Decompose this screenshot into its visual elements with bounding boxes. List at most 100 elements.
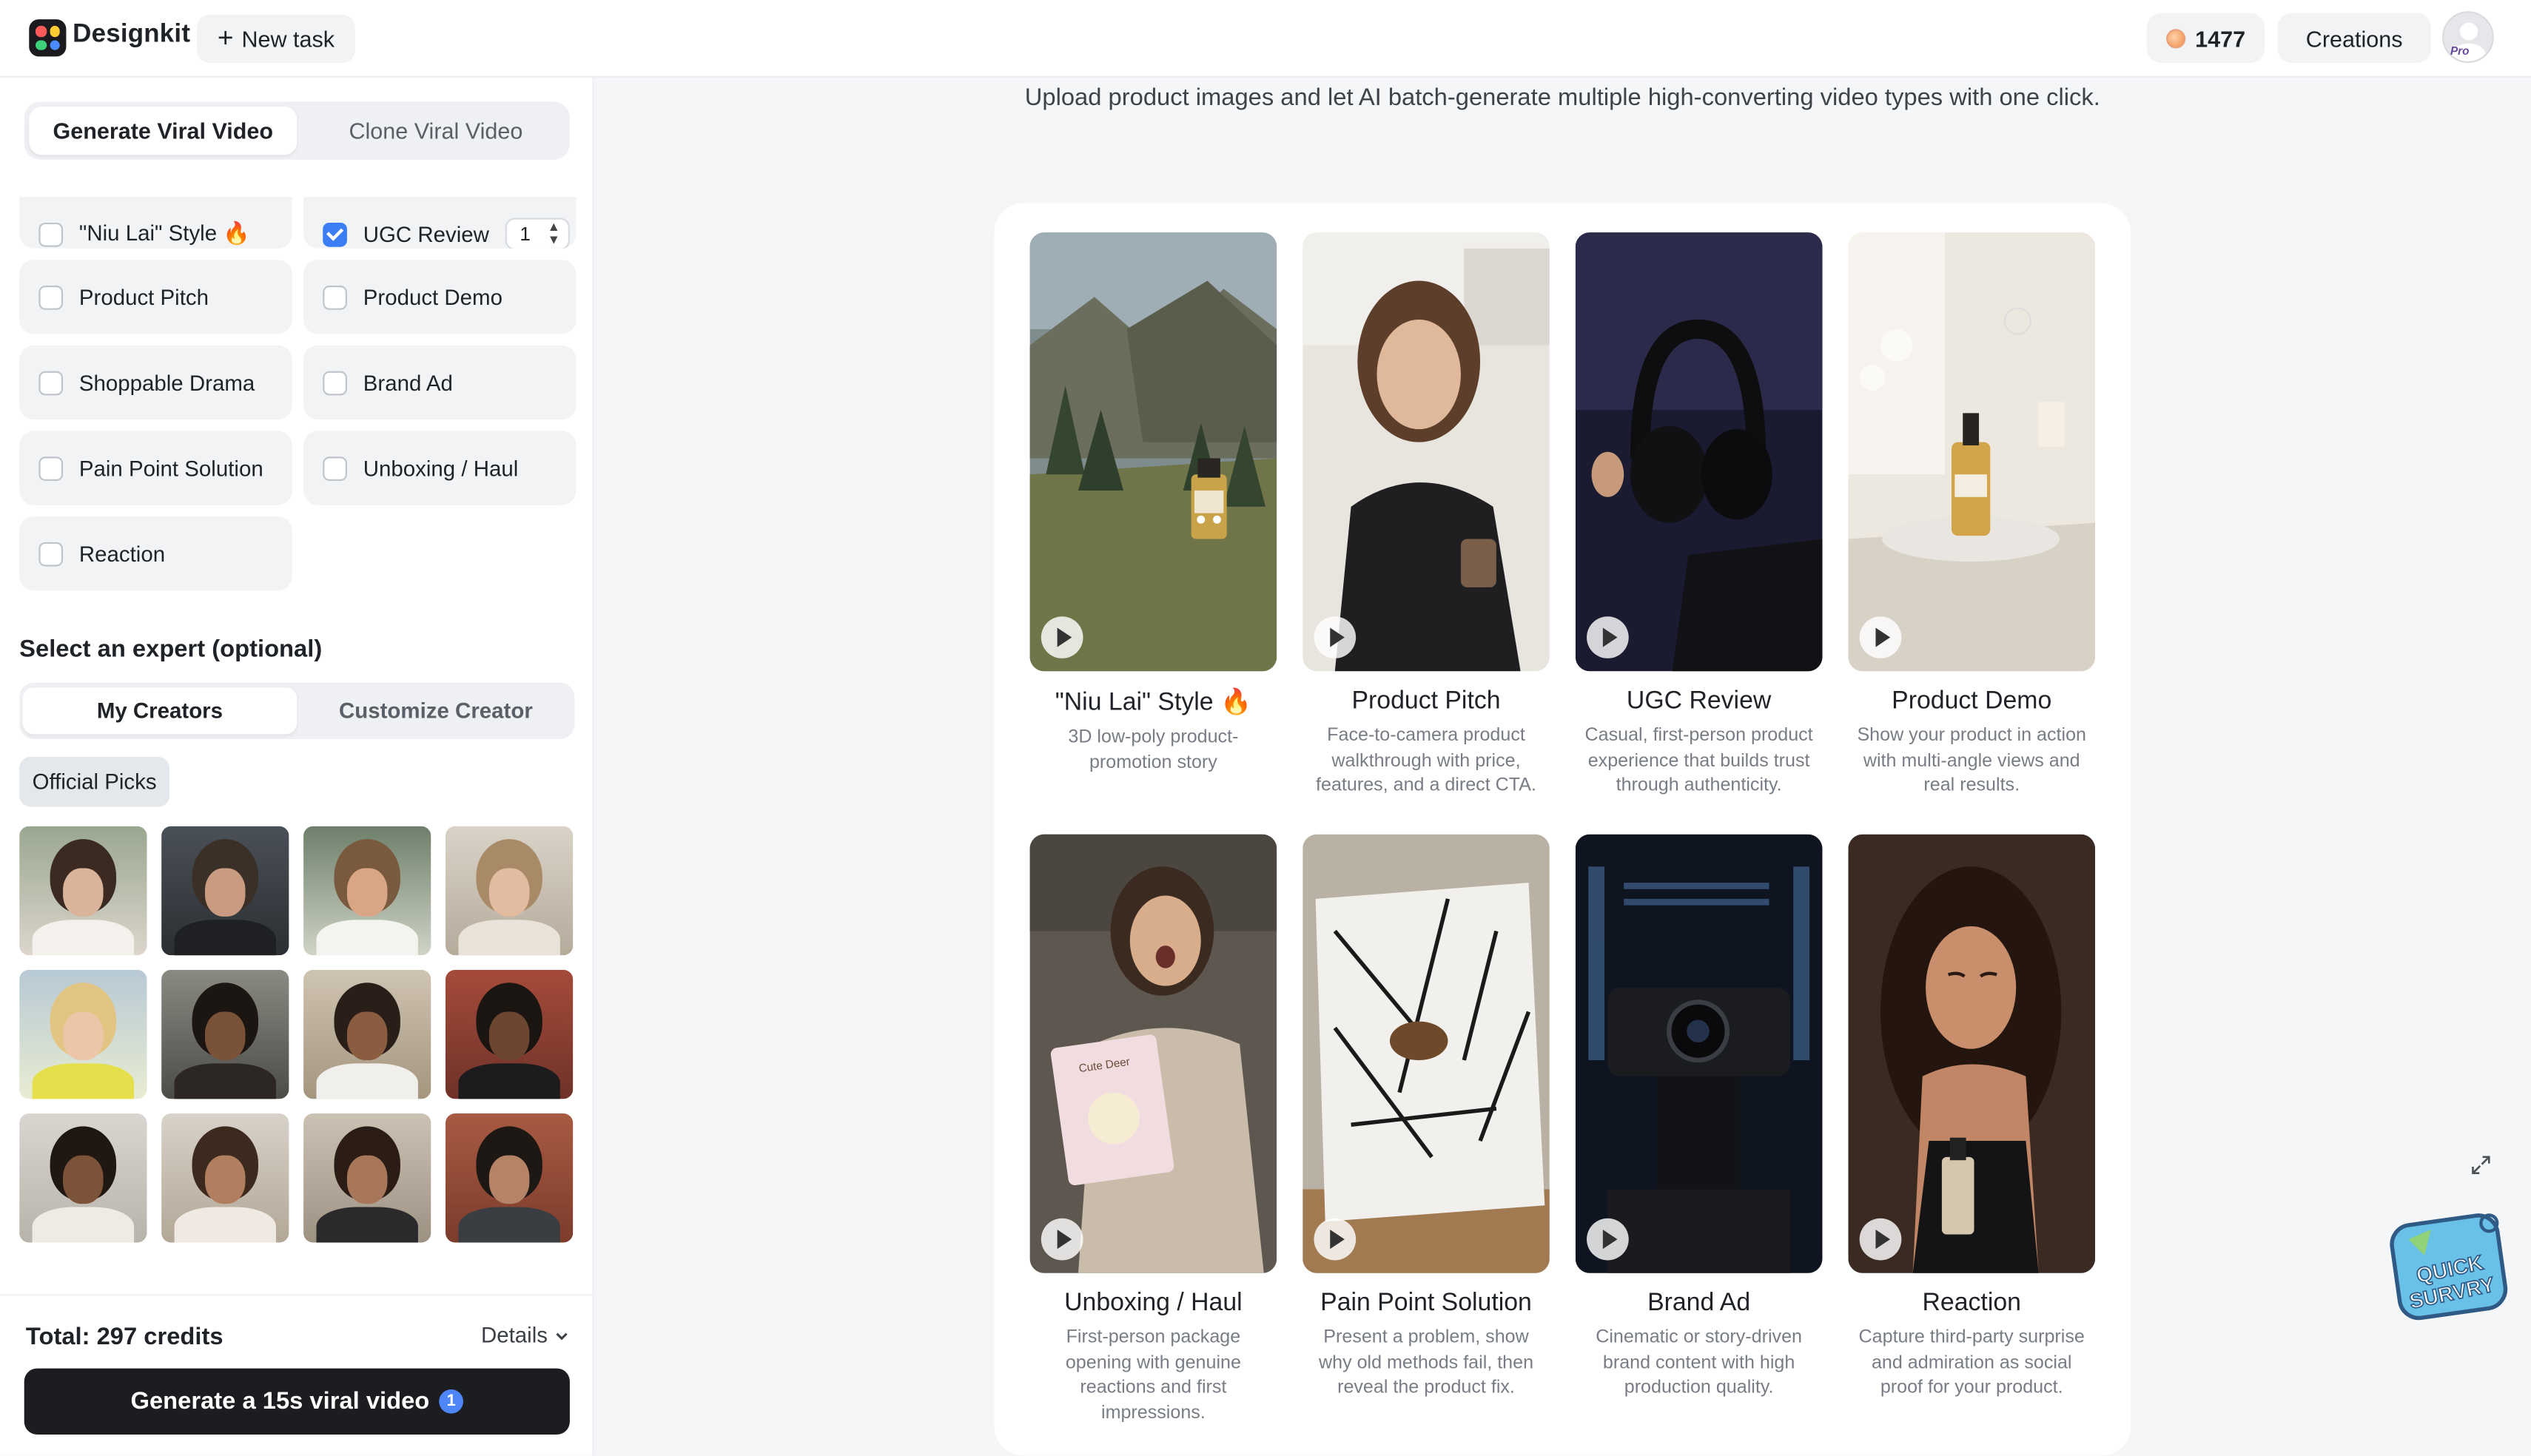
mode-tabs: Generate Viral Video Clone Viral Video <box>24 101 570 160</box>
creator-tabs: My Creators Customize Creator <box>19 682 575 739</box>
template-description: First-person package opening with genuin… <box>1065 1328 1241 1423</box>
template-card-ugc-review[interactable]: UGC Review Casual, first-person product … <box>1575 232 1823 800</box>
generate-video-button[interactable]: Generate a 15s viral video 1 <box>24 1368 570 1435</box>
creator-avatar[interactable] <box>445 826 574 956</box>
creator-avatar[interactable] <box>445 969 574 1099</box>
play-icon[interactable] <box>1859 1218 1902 1261</box>
template-card-product-pitch[interactable]: Product Pitch Face-to-camera product wal… <box>1303 232 1550 800</box>
credits-balance[interactable]: 1477 <box>2146 13 2265 64</box>
details-toggle[interactable]: Details <box>480 1323 571 1348</box>
expand-icon[interactable] <box>2470 1154 2493 1177</box>
creator-avatar[interactable] <box>303 969 431 1099</box>
creator-avatar[interactable] <box>19 826 147 956</box>
template-thumbnail[interactable] <box>1303 834 1550 1273</box>
checkbox[interactable] <box>323 370 347 395</box>
template-thumbnail[interactable] <box>1575 834 1823 1273</box>
template-gallery: "Niu Lai" Style 🔥 3D low-poly product-pr… <box>994 203 2131 1456</box>
template-title: "Niu Lai" Style 🔥 <box>1055 689 1252 717</box>
tab-generate-viral-video[interactable]: Generate Viral Video <box>29 106 298 155</box>
checkbox-checked[interactable] <box>323 221 347 246</box>
checkbox[interactable] <box>38 541 64 566</box>
checkbox[interactable] <box>38 221 64 246</box>
video-type-unboxing-haul[interactable]: Unboxing / Haul <box>303 431 577 505</box>
play-icon[interactable] <box>1041 616 1083 658</box>
template-thumbnail[interactable] <box>1303 232 1550 672</box>
page-subtitle: Upload product images and let AI batch-g… <box>1024 84 2100 112</box>
woman-with-perfume-image <box>1848 834 2096 1273</box>
video-type-label: Product Pitch <box>78 284 209 309</box>
play-icon[interactable] <box>1314 616 1357 658</box>
new-task-button[interactable]: + New task <box>197 14 355 64</box>
video-type-shoppable-drama[interactable]: Shoppable Drama <box>19 345 292 420</box>
video-type-niu-lai-style[interactable]: "Niu Lai" Style 🔥 <box>19 197 292 249</box>
creator-avatar[interactable] <box>19 969 147 1099</box>
checkbox[interactable] <box>323 284 347 309</box>
play-icon[interactable] <box>1587 616 1629 658</box>
template-card-unboxing-haul[interactable]: Cute Deer Unboxing / Haul First-person p… <box>1029 834 1277 1426</box>
video-type-brand-ad[interactable]: Brand Ad <box>303 345 577 420</box>
checkbox[interactable] <box>323 456 347 480</box>
new-task-label: New task <box>241 25 335 52</box>
template-description: Casual, first-person product experience … <box>1584 726 1813 796</box>
video-type-ugc-review[interactable]: UGC Review 1 ▲ ▼ <box>303 197 577 249</box>
template-card-brand-ad[interactable]: Brand Ad Cinematic or story-driven brand… <box>1575 834 1823 1402</box>
video-type-pain-point-solution[interactable]: Pain Point Solution <box>19 431 292 505</box>
template-thumbnail[interactable]: Cute Deer <box>1029 834 1277 1273</box>
generate-button-label: Generate a 15s viral video <box>130 1387 430 1415</box>
play-icon[interactable] <box>1041 1218 1083 1261</box>
template-title: UGC Review <box>1626 687 1772 715</box>
template-title: Pain Point Solution <box>1320 1289 1532 1317</box>
pro-badge: Pro <box>2450 47 2470 58</box>
official-picks-chip[interactable]: Official Picks <box>19 756 170 807</box>
sidebar-footer: Total: 297 credits Details Generate a 15… <box>0 1294 593 1456</box>
creator-avatar[interactable] <box>19 1113 147 1243</box>
chevron-down-icon <box>556 1332 568 1340</box>
template-card-product-demo[interactable]: Product Demo Show your product in action… <box>1848 232 2096 800</box>
quantity-stepper[interactable]: 1 ▲ ▼ <box>505 218 570 249</box>
creator-avatar[interactable] <box>303 826 431 956</box>
checkbox[interactable] <box>38 284 64 309</box>
checkbox[interactable] <box>38 456 64 480</box>
creator-avatar[interactable] <box>161 826 289 956</box>
generate-count-badge: 1 <box>439 1389 464 1414</box>
designkit-logo-icon[interactable] <box>29 19 67 57</box>
creator-avatar[interactable] <box>303 1113 431 1243</box>
quick-survey-widget[interactable]: QUICK SURVRY <box>2386 1207 2512 1323</box>
video-type-label: Reaction <box>78 541 166 566</box>
stepper-arrows-icon[interactable]: ▲ ▼ <box>548 220 560 247</box>
template-thumbnail[interactable] <box>1848 834 2096 1273</box>
template-card-niu-lai-style[interactable]: "Niu Lai" Style 🔥 3D low-poly product-pr… <box>1029 232 1277 776</box>
tab-clone-viral-video[interactable]: Clone Viral Video <box>306 107 565 155</box>
template-card-pain-point-solution[interactable]: Pain Point Solution Present a problem, s… <box>1303 834 1550 1402</box>
template-card-reaction[interactable]: Reaction Capture third-party surprise an… <box>1848 834 2096 1402</box>
template-description: Show your product in action with multi-a… <box>1857 726 2086 796</box>
video-type-label: Shoppable Drama <box>78 370 255 395</box>
headphones-image <box>1575 232 1823 672</box>
tab-my-creators[interactable]: My Creators <box>22 687 298 735</box>
template-title: Product Demo <box>1892 687 2052 715</box>
creator-avatar[interactable] <box>161 1113 289 1243</box>
template-thumbnail[interactable] <box>1848 232 2096 672</box>
woman-holding-cup-image <box>1303 232 1550 672</box>
details-label: Details <box>480 1323 548 1348</box>
stained-chair-image <box>1303 834 1550 1273</box>
creations-button[interactable]: Creations <box>2277 13 2431 64</box>
play-icon[interactable] <box>1314 1218 1357 1261</box>
creator-avatar[interactable] <box>161 969 289 1099</box>
video-type-reaction[interactable]: Reaction <box>19 516 292 591</box>
template-thumbnail[interactable] <box>1575 232 1823 672</box>
plus-icon: + <box>217 21 234 53</box>
video-type-product-pitch[interactable]: Product Pitch <box>19 260 292 334</box>
checkbox[interactable] <box>38 370 64 395</box>
video-type-product-demo[interactable]: Product Demo <box>303 260 577 334</box>
play-icon[interactable] <box>1587 1218 1629 1261</box>
template-thumbnail[interactable] <box>1029 232 1277 672</box>
coin-icon <box>2165 28 2186 48</box>
brand-name[interactable]: Designkit <box>73 21 190 50</box>
sidebar: Generate Viral Video Clone Viral Video "… <box>0 77 594 1456</box>
creator-avatar[interactable] <box>445 1113 574 1243</box>
tab-customize-creator[interactable]: Customize Creator <box>303 687 568 734</box>
play-icon[interactable] <box>1859 616 1902 658</box>
template-title: Product Pitch <box>1351 687 1501 715</box>
template-description: Present a problem, show why old methods … <box>1319 1328 1534 1398</box>
